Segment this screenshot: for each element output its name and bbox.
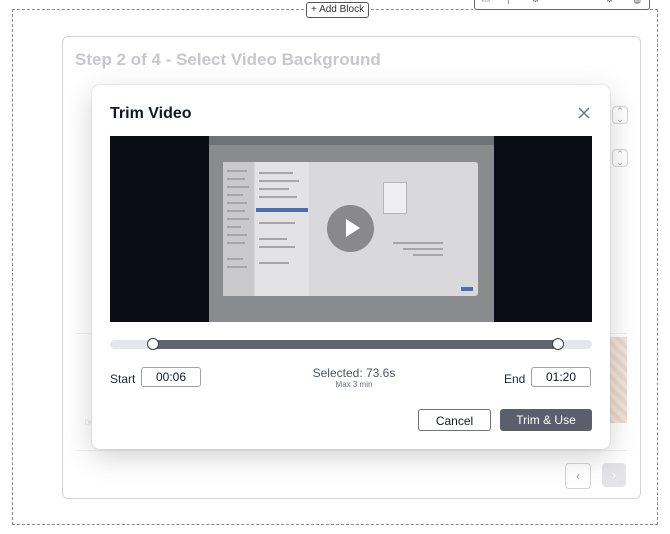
editor-frame-bottom [12,524,658,525]
comment-icon[interactable]: ▭ [481,0,490,5]
trim-selected-range [153,340,559,349]
trim-video-modal: Trim Video Start 00:06 Selected: 73.6s M… [92,85,610,449]
cancel-button[interactable]: Cancel [418,409,491,431]
chevron-updown-icon[interactable]: ⌃ ⌄ [612,149,628,167]
trim-slider[interactable] [110,338,592,350]
block-toolbar: ▭ | ⚙ ⚙ 🗑 [474,0,650,10]
divider [76,450,627,451]
video-thumbnail[interactable] [609,337,627,423]
chevron-right-icon: › [612,468,616,482]
chevron-left-icon: ‹ [576,469,580,483]
settings-icon[interactable]: ⚙ [531,0,540,5]
document-icon [383,182,407,214]
end-time-input[interactable] [531,367,591,387]
trim-and-use-button[interactable]: Trim & Use [500,409,592,431]
gear-icon[interactable]: ⚙ [605,0,614,5]
play-icon [346,219,360,237]
editor-frame-left [12,9,13,525]
modal-title: Trim Video [110,105,192,122]
editor-frame-right [657,9,658,525]
trash-icon[interactable]: 🗑 [631,0,644,5]
prev-page-button[interactable]: ‹ [565,463,591,489]
chevron-updown-icon[interactable]: ⌃ ⌄ [612,106,628,124]
add-block-button[interactable]: + Add Block [306,2,370,18]
play-button[interactable] [327,205,374,252]
close-icon[interactable] [576,105,592,121]
start-time-input[interactable] [141,367,201,387]
next-page-button[interactable]: › [602,463,626,487]
start-label: Start [110,372,136,386]
wizard-step-title: Step 2 of 4 - Select Video Background [75,50,381,69]
trim-end-handle[interactable] [552,338,565,350]
end-label: End [504,372,526,386]
selected-duration: Selected: 73.6s [312,366,396,380]
max-duration-hint: Max 3 min [335,380,373,389]
divider-icon: | [507,0,510,5]
video-preview[interactable] [110,136,592,322]
